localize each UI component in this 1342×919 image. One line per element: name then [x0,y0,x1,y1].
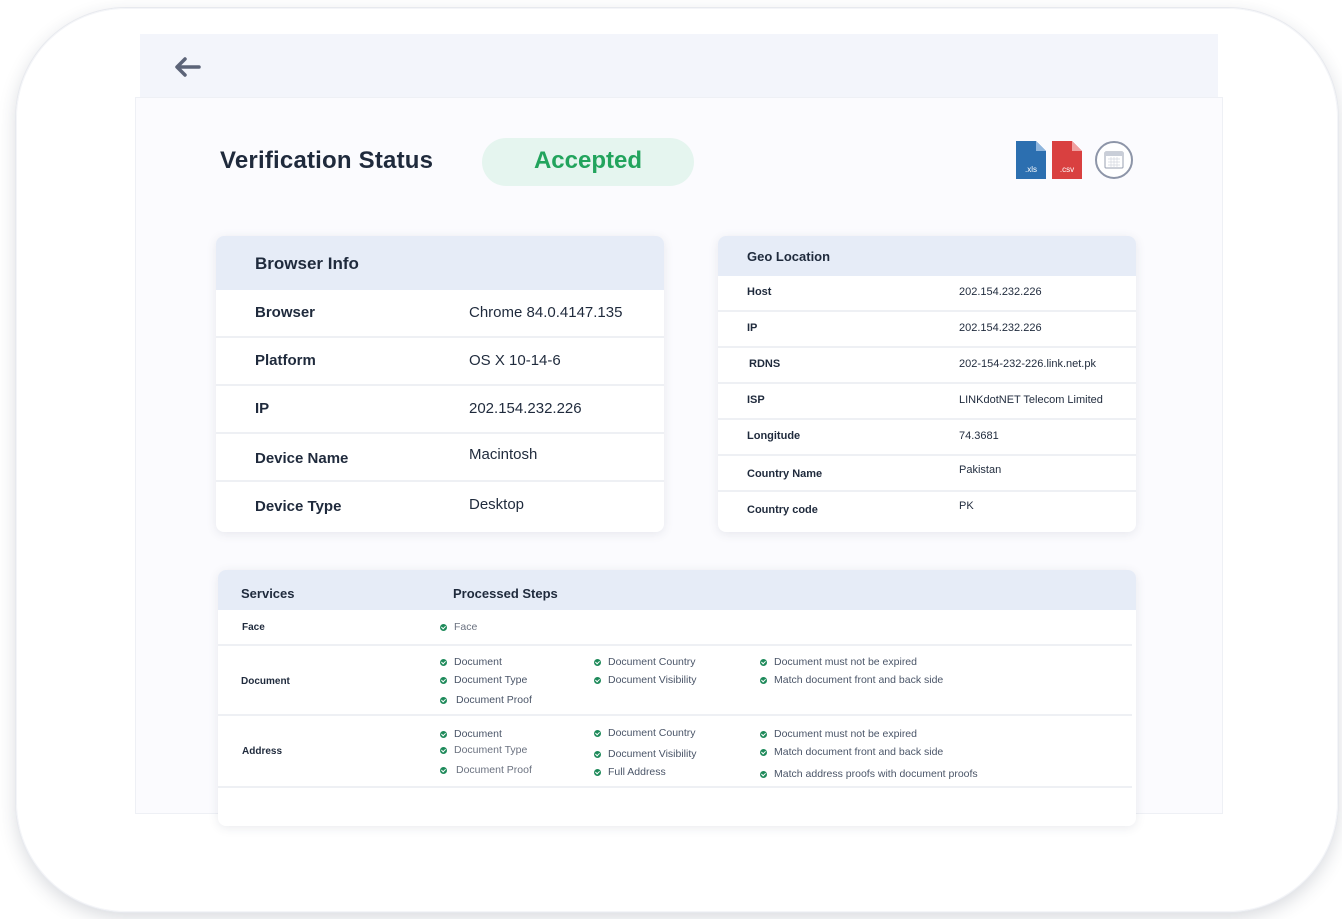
browser-info-label: Platform [255,352,316,369]
browser-info-row: Device Name Macintosh [216,434,664,482]
calendar-icon [1104,151,1124,169]
processed-step: Document must not be expired [760,728,917,740]
geo-row: ISP LINKdotNET Telecom Limited [718,384,1136,420]
service-row-face: Face Face [218,610,1132,646]
check-circle-icon [440,696,447,704]
geo-value: 74.3681 [959,430,999,442]
check-circle-icon [760,770,767,778]
arrow-left-icon [175,57,201,77]
geo-label: Country code [747,504,818,516]
xls-file-label: .xls [1025,165,1037,174]
geo-label: IP [747,322,758,334]
service-name: Document [241,676,290,687]
processed-steps-column-header: Processed Steps [453,586,558,601]
geo-label: Longitude [747,430,801,442]
geo-label: ISP [747,394,765,406]
processed-step: Document Country [594,656,696,668]
check-circle-icon [440,730,447,738]
csv-export-button[interactable]: .csv [1052,141,1082,179]
check-circle-icon [440,746,447,754]
processed-step: Face [440,621,477,633]
browser-info-title: Browser Info [216,236,664,290]
service-row-document: Document Document Document Type Document… [218,646,1132,716]
check-circle-icon [594,729,601,737]
processed-step: Document must not be expired [760,656,917,668]
processed-step: Document Proof [440,764,532,776]
processed-step: Document Country [594,727,696,739]
browser-info-value: 202.154.232.226 [469,400,582,417]
browser-info-row: Platform OS X 10-14-6 [216,338,664,386]
page-title: Verification Status [220,147,434,174]
browser-info-row: Browser Chrome 84.0.4147.135 [216,290,664,338]
service-name: Address [242,746,283,757]
check-circle-icon [440,658,447,666]
browser-info-label: Device Type [255,498,342,515]
geo-value: 202.154.232.226 [959,286,1042,298]
csv-file-label: .csv [1060,165,1074,174]
check-circle-icon [760,748,767,756]
browser-info-label: Device Name [255,450,349,467]
check-circle-icon [440,623,447,631]
geo-location-card: Geo Location Host 202.154.232.226 IP 202… [718,236,1136,532]
geo-label: Host [747,286,772,298]
xls-file-icon: .xls [1016,141,1046,179]
status-badge: Accepted [482,138,694,186]
check-circle-icon [760,658,767,666]
services-card: Services Processed Steps Face Face Docum… [218,570,1136,826]
geo-row: Country code PK [718,492,1136,528]
processed-step: Document Type [440,744,527,756]
geo-row: Longitude 74.3681 [718,420,1136,456]
browser-info-value: Chrome 84.0.4147.135 [469,304,623,321]
top-bar [140,34,1218,98]
check-circle-icon [760,676,767,684]
browser-info-label: IP [255,400,270,417]
xls-export-button[interactable]: .xls [1016,141,1046,179]
browser-info-card: Browser Info Browser Chrome 84.0.4147.13… [216,236,664,532]
browser-info-value: OS X 10-14-6 [469,352,561,369]
geo-row: IP 202.154.232.226 [718,312,1136,348]
geo-location-title: Geo Location [718,236,1136,276]
check-circle-icon [594,750,601,758]
processed-step: Document Visibility [594,674,697,686]
services-header: Services Processed Steps [218,570,1136,610]
geo-row: Country Name Pakistan [718,456,1136,492]
calendar-button[interactable] [1095,141,1133,179]
geo-value: LINKdotNET Telecom Limited [959,394,1103,406]
check-circle-icon [594,768,601,776]
processed-step: Match document front and back side [760,746,943,758]
browser-info-label: Browser [255,304,316,321]
geo-value: PK [959,500,974,512]
services-column-header: Services [241,586,295,601]
geo-row: Host 202.154.232.226 [718,276,1136,312]
back-button[interactable] [172,55,202,79]
check-circle-icon [440,676,447,684]
processed-step: Document Visibility [594,748,697,760]
geo-label: RDNS [749,358,781,370]
check-circle-icon [594,658,601,666]
csv-file-icon: .csv [1052,141,1082,179]
browser-info-value: Macintosh [469,446,538,463]
check-circle-icon [760,730,767,738]
geo-label: Country Name [747,468,823,480]
browser-info-value: Desktop [469,496,525,513]
service-name: Face [242,622,265,633]
check-circle-icon [594,676,601,684]
processed-step: Document [440,728,502,740]
geo-value: Pakistan [959,464,1002,476]
processed-step: Document [440,656,502,668]
processed-step: Full Address [594,766,666,778]
processed-step: Match address proofs with document proof… [760,768,978,780]
browser-info-row: IP 202.154.232.226 [216,386,664,434]
service-row-address: Address Document Document Type Document … [218,716,1132,788]
check-circle-icon [440,766,447,774]
geo-row: RDNS 202-154-232-226.link.net.pk [718,348,1136,384]
processed-step: Document Type [440,674,527,686]
processed-step: Match document front and back side [760,674,943,686]
processed-step: Document Proof [440,694,532,706]
geo-value: 202-154-232-226.link.net.pk [959,358,1096,370]
geo-value: 202.154.232.226 [959,322,1042,334]
browser-info-row: Device Type Desktop [216,482,664,530]
